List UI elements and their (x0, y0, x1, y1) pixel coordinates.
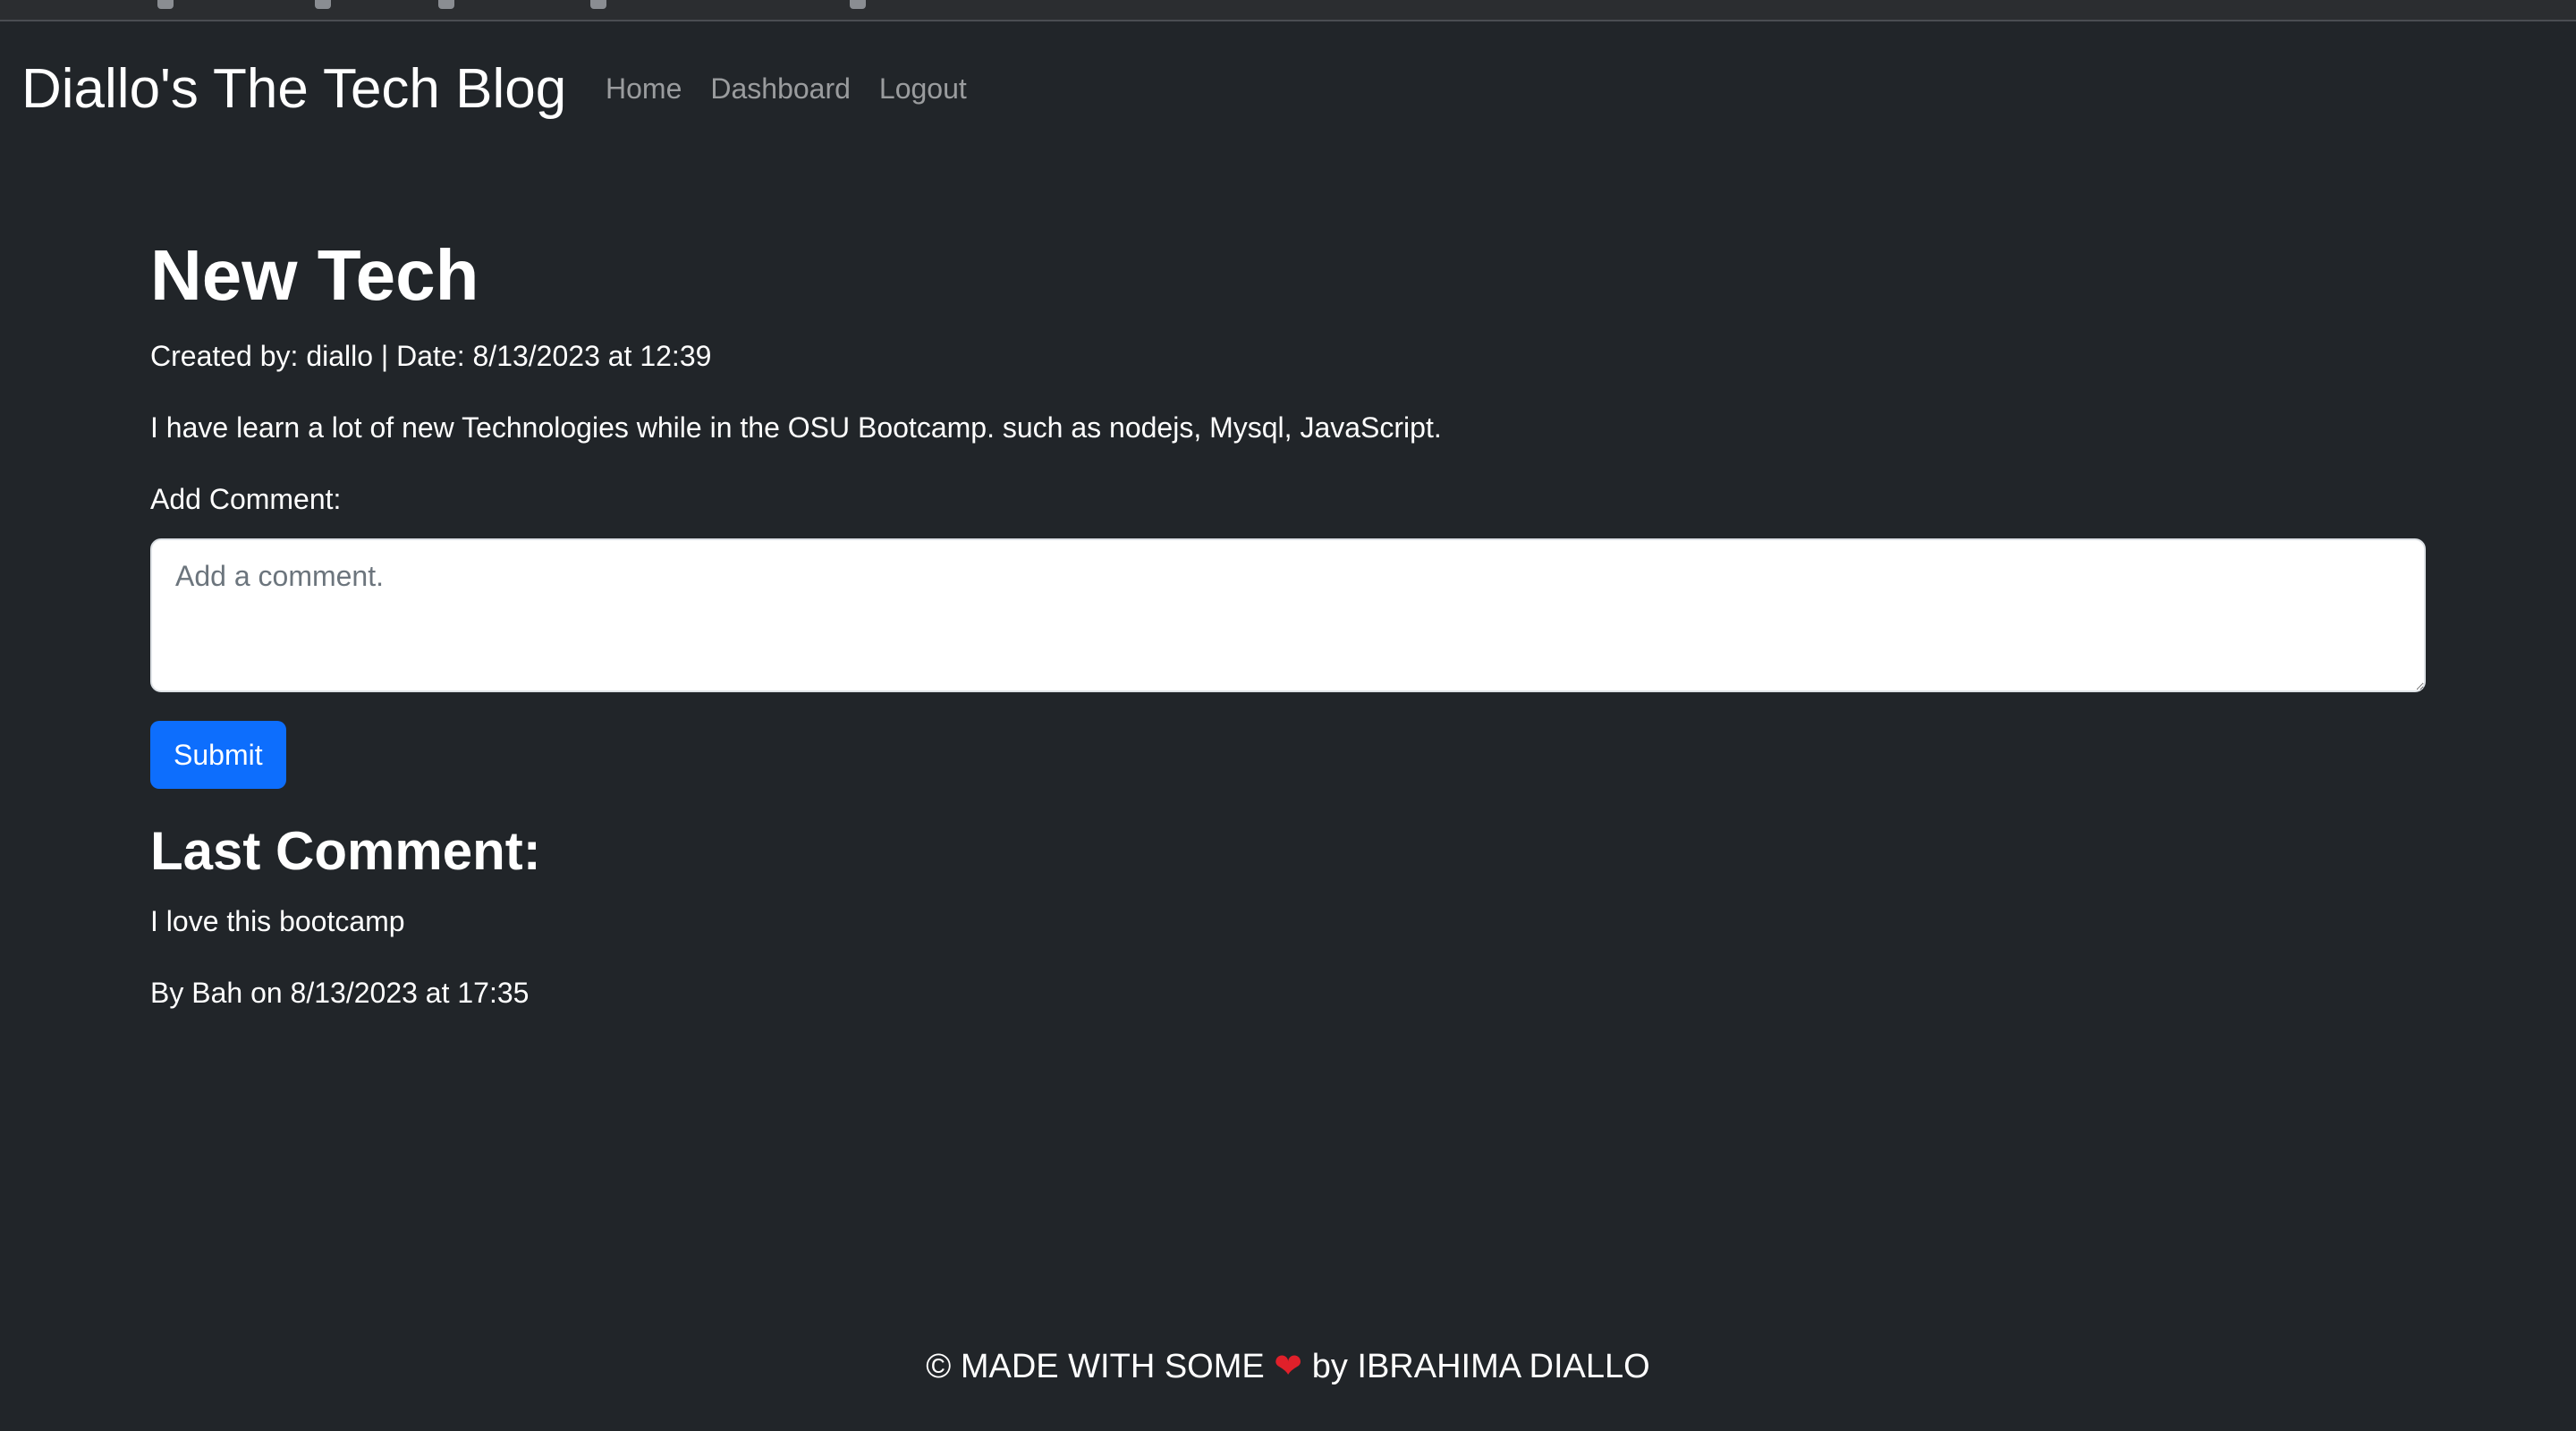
comment-textarea[interactable] (150, 538, 2426, 692)
footer: © MADE WITH SOME ❤ by IBRAHIMA DIALLO (0, 1342, 2576, 1392)
submit-button[interactable]: Submit (150, 721, 286, 789)
post-main: New Tech Created by: diallo | Date: 8/13… (150, 233, 2426, 1012)
browser-bookmarks-strip (0, 0, 2576, 21)
footer-credit-suffix: by IBRAHIMA DIALLO (1311, 1348, 1650, 1385)
navbar: Diallo's The Tech Blog Home Dashboard Lo… (0, 21, 2576, 156)
last-comment-heading: Last Comment: (150, 821, 541, 881)
bookmark-favicon-icon[interactable] (590, 0, 606, 9)
nav-links: Home Dashboard Logout (606, 68, 967, 109)
bookmark-favicon-icon[interactable] (315, 0, 331, 9)
bookmark-favicon-icon[interactable] (850, 0, 866, 9)
heart-icon: ❤ (1274, 1348, 1303, 1385)
bookmark-favicon-icon[interactable] (157, 0, 174, 9)
post-meta: Created by: diallo | Date: 8/13/2023 at … (150, 340, 712, 372)
nav-link-home[interactable]: Home (606, 68, 682, 109)
bookmark-favicon-icon[interactable] (438, 0, 454, 9)
site-brand[interactable]: Diallo's The Tech Blog (21, 57, 566, 122)
post-title: New Tech (150, 235, 479, 315)
comment-byline: By Bah on 8/13/2023 at 17:35 (150, 977, 530, 1009)
nav-link-dashboard[interactable]: Dashboard (710, 68, 851, 109)
footer-credit-prefix: © MADE WITH SOME (926, 1348, 1265, 1385)
nav-link-logout[interactable]: Logout (879, 68, 967, 109)
post-body: I have learn a lot of new Technologies w… (150, 411, 1442, 444)
comment-text: I love this bootcamp (150, 905, 405, 937)
add-comment-label: Add Comment: (150, 483, 342, 515)
